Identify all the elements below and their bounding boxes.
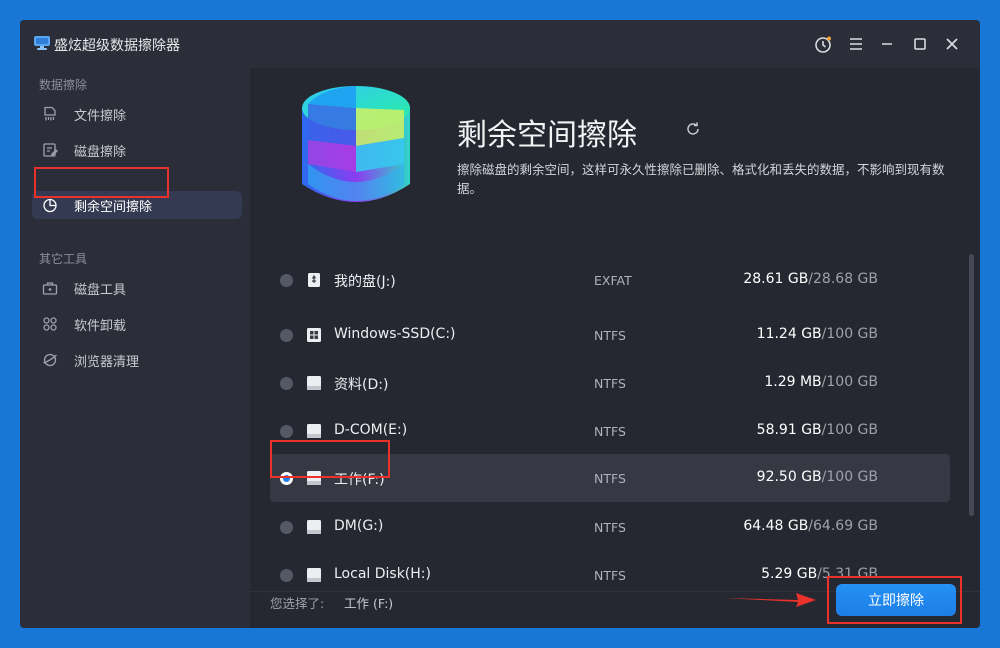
pie-chart-icon <box>42 197 58 213</box>
drive-name: Local Disk(H:) <box>334 566 431 582</box>
drive-total: 100 GB <box>826 326 878 342</box>
drive-name: D-COM(E:) <box>334 422 408 438</box>
drive-filesystem: NTFS <box>594 424 626 439</box>
drive-name: DM(G:) <box>334 518 384 534</box>
drive-size: 28.61 GB/28.68 GB <box>743 271 878 287</box>
drive-used: 92.50 GB <box>756 469 822 485</box>
sidebar-item-label: 文件擦除 <box>74 109 127 124</box>
drive-radio[interactable] <box>280 521 293 534</box>
sidebar-item-uninstall[interactable]: 软件卸载 <box>32 310 242 338</box>
main-panel: 剩余空间擦除 擦除磁盘的剩余空间，这样可永久性擦除已删除、格式化和丢失的数据，不… <box>250 68 980 628</box>
usb-drive-icon <box>306 272 322 288</box>
disk-erase-icon <box>42 142 58 158</box>
app-logo-icon <box>34 36 50 50</box>
sidebar-item-label: 剩余空间擦除 <box>74 200 153 215</box>
drive-name: 我的盘(J:) <box>334 274 396 290</box>
sidebar-item-label: 浏览器清理 <box>74 355 140 370</box>
drive-radio[interactable] <box>280 329 293 342</box>
annotation-highlight-sidebar <box>34 167 169 198</box>
sidebar: 数据擦除 文件擦除 磁盘擦除 剩余空间擦除 其它工具 磁盘工具 软件卸载 浏览器… <box>20 68 250 628</box>
app-window: 盛炫超级数据擦除器 数据擦除 文件擦除 磁盘擦除 剩余空间擦除 其它工具 磁盘工… <box>20 20 980 628</box>
drive-radio[interactable] <box>280 569 293 582</box>
minimize-icon[interactable] <box>877 34 897 54</box>
sidebar-group-other-tools: 其它工具 <box>39 252 88 266</box>
browser-icon <box>42 352 58 368</box>
drive-size: 11.24 GB/100 GB <box>757 326 878 342</box>
drive-total: 100 GB <box>826 422 878 438</box>
sidebar-group-data-erase: 数据擦除 <box>39 78 88 92</box>
drive-size: 1.29 MB/100 GB <box>764 374 878 390</box>
hard-drive-icon <box>306 567 322 583</box>
drive-filesystem: NTFS <box>594 376 626 391</box>
annotation-arrow-icon <box>724 593 816 607</box>
drive-row-c[interactable]: Windows-SSD(C:) NTFS 11.24 GB/100 GB <box>270 311 950 359</box>
disk-cylinder-illustration <box>302 86 410 202</box>
drive-total: 64.69 GB <box>813 518 878 534</box>
file-shred-icon <box>42 106 58 122</box>
page-title: 剩余空间擦除 <box>457 118 637 153</box>
selected-drive-label: 您选择了: <box>270 596 325 611</box>
drive-total: 100 GB <box>826 469 878 485</box>
drive-used: 5.29 GB <box>761 566 818 582</box>
drive-filesystem: EXFAT <box>594 273 632 288</box>
close-icon[interactable] <box>942 34 962 54</box>
drive-radio[interactable] <box>280 274 293 287</box>
drive-list-scrollbar[interactable] <box>969 254 974 516</box>
drive-radio[interactable] <box>280 425 293 438</box>
drive-row-g[interactable]: DM(G:) NTFS 64.48 GB/64.69 GB <box>270 503 950 551</box>
hard-drive-icon <box>306 423 322 439</box>
drive-used: 64.48 GB <box>743 518 809 534</box>
maximize-icon[interactable] <box>910 34 930 54</box>
sidebar-item-label: 磁盘擦除 <box>74 145 127 160</box>
drive-used: 11.24 GB <box>756 326 822 342</box>
drive-radio[interactable] <box>280 377 293 390</box>
drive-filesystem: NTFS <box>594 568 626 583</box>
selected-drive-value: 工作 (F:) <box>344 596 394 611</box>
drive-name: Windows-SSD(C:) <box>334 326 456 342</box>
sidebar-item-disk-erase[interactable]: 磁盘擦除 <box>32 136 242 164</box>
drive-name: 资料(D:) <box>334 377 389 393</box>
title-bar: 盛炫超级数据擦除器 <box>20 20 980 68</box>
sidebar-item-label: 软件卸载 <box>74 319 127 334</box>
drive-size: 64.48 GB/64.69 GB <box>743 518 878 534</box>
drive-list: 我的盘(J:) EXFAT 28.61 GB/28.68 GB Windows-… <box>270 255 950 591</box>
timer-icon[interactable] <box>813 34 833 54</box>
drive-size: 58.91 GB/100 GB <box>757 422 878 438</box>
hard-drive-icon <box>306 375 322 391</box>
drive-filesystem: NTFS <box>594 520 626 535</box>
refresh-icon[interactable] <box>685 121 701 137</box>
apps-grid-icon <box>42 316 58 332</box>
drive-row-d[interactable]: 资料(D:) NTFS 1.29 MB/100 GB <box>270 359 950 407</box>
sidebar-item-label: 磁盘工具 <box>74 283 127 298</box>
drive-filesystem: NTFS <box>594 471 626 486</box>
drive-total: 28.68 GB <box>813 271 878 287</box>
drive-used: 28.61 GB <box>743 271 809 287</box>
toolbox-icon <box>42 280 58 296</box>
windows-drive-icon <box>306 327 322 343</box>
drive-row-j[interactable]: 我的盘(J:) EXFAT 28.61 GB/28.68 GB <box>270 256 950 304</box>
drive-total: 100 GB <box>826 374 878 390</box>
sidebar-item-disk-tools[interactable]: 磁盘工具 <box>32 274 242 302</box>
sidebar-item-file-erase[interactable]: 文件擦除 <box>32 100 242 128</box>
drive-size: 92.50 GB/100 GB <box>757 469 878 485</box>
app-title: 盛炫超级数据擦除器 <box>54 38 180 54</box>
drive-used: 1.29 MB <box>764 374 822 390</box>
drive-used: 58.91 GB <box>756 422 822 438</box>
page-description: 擦除磁盘的剩余空间，这样可永久性擦除已删除、格式化和丢失的数据，不影响到现有数据… <box>457 162 945 196</box>
annotation-highlight-button <box>827 576 962 624</box>
drive-filesystem: NTFS <box>594 328 626 343</box>
annotation-highlight-drive <box>270 440 390 478</box>
hard-drive-icon <box>306 519 322 535</box>
menu-icon[interactable] <box>846 34 866 54</box>
sidebar-item-browser-clean[interactable]: 浏览器清理 <box>32 346 242 374</box>
